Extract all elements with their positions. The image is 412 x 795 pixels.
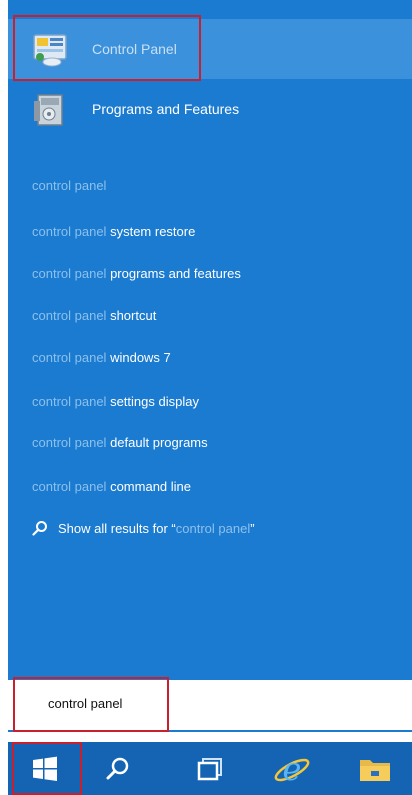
task-view-button[interactable] <box>180 742 240 795</box>
suggestion-item[interactable]: control panel system restore <box>32 222 195 242</box>
suggestion-item[interactable]: control panel shortcut <box>32 306 156 326</box>
suggestion-query: control panel <box>32 435 107 450</box>
suggestion-item[interactable]: control panel command line <box>32 477 191 497</box>
suggestion-query: control panel <box>32 308 107 323</box>
suggestion-query: control panel <box>32 178 107 193</box>
internet-explorer-button[interactable]: e <box>260 742 324 795</box>
show-all-results-link[interactable]: Show all results for “control panel” <box>32 517 255 539</box>
highlight-start-button <box>12 742 82 795</box>
search-icon <box>32 521 47 536</box>
suggestion-completion: default programs <box>110 435 208 450</box>
suggestion-completion: shortcut <box>110 308 157 323</box>
highlight-search-box <box>13 677 169 732</box>
svg-text:e: e <box>283 750 302 788</box>
suggestion-completion: programs and features <box>110 266 241 281</box>
suggestion-completion: command line <box>110 479 192 494</box>
suggestion-query: control panel <box>32 224 107 239</box>
show-all-query: control panel <box>175 520 251 536</box>
suggestion-item[interactable]: control panel programs and features <box>32 264 241 284</box>
search-icon <box>106 757 129 779</box>
result-programs-and-features[interactable]: Programs and Features <box>8 79 412 139</box>
search-taskbar-button[interactable] <box>88 742 148 795</box>
suggestion-item[interactable]: control panel default programs <box>32 433 208 453</box>
suggestion-item[interactable]: control panel <box>32 176 106 196</box>
suggestion-item[interactable]: control panel windows 7 <box>32 348 171 368</box>
file-explorer-icon <box>360 759 390 781</box>
suggestion-query: control panel <box>32 266 107 281</box>
file-explorer-button[interactable] <box>342 742 408 795</box>
suggestion-completion: system restore <box>110 224 196 239</box>
suggestion-query: control panel <box>32 350 107 365</box>
suggestion-completion: windows 7 <box>110 350 171 365</box>
internet-explorer-icon: e <box>274 750 310 788</box>
task-view-icon <box>197 757 222 780</box>
result-label: Programs and Features <box>92 101 240 117</box>
suggestion-item[interactable]: control panel settings display <box>32 392 199 412</box>
suggestion-completion: settings display <box>110 394 199 409</box>
suggestion-query: control panel <box>32 479 107 494</box>
search-results-panel: Control Panel Programs and Features cont… <box>8 0 412 732</box>
suggestion-query: control panel <box>32 394 107 409</box>
show-all-suffix: ” <box>250 520 255 536</box>
programs-features-icon <box>34 94 63 126</box>
highlight-control-panel <box>13 15 201 81</box>
show-all-prefix: Show all results for “ <box>58 520 176 536</box>
